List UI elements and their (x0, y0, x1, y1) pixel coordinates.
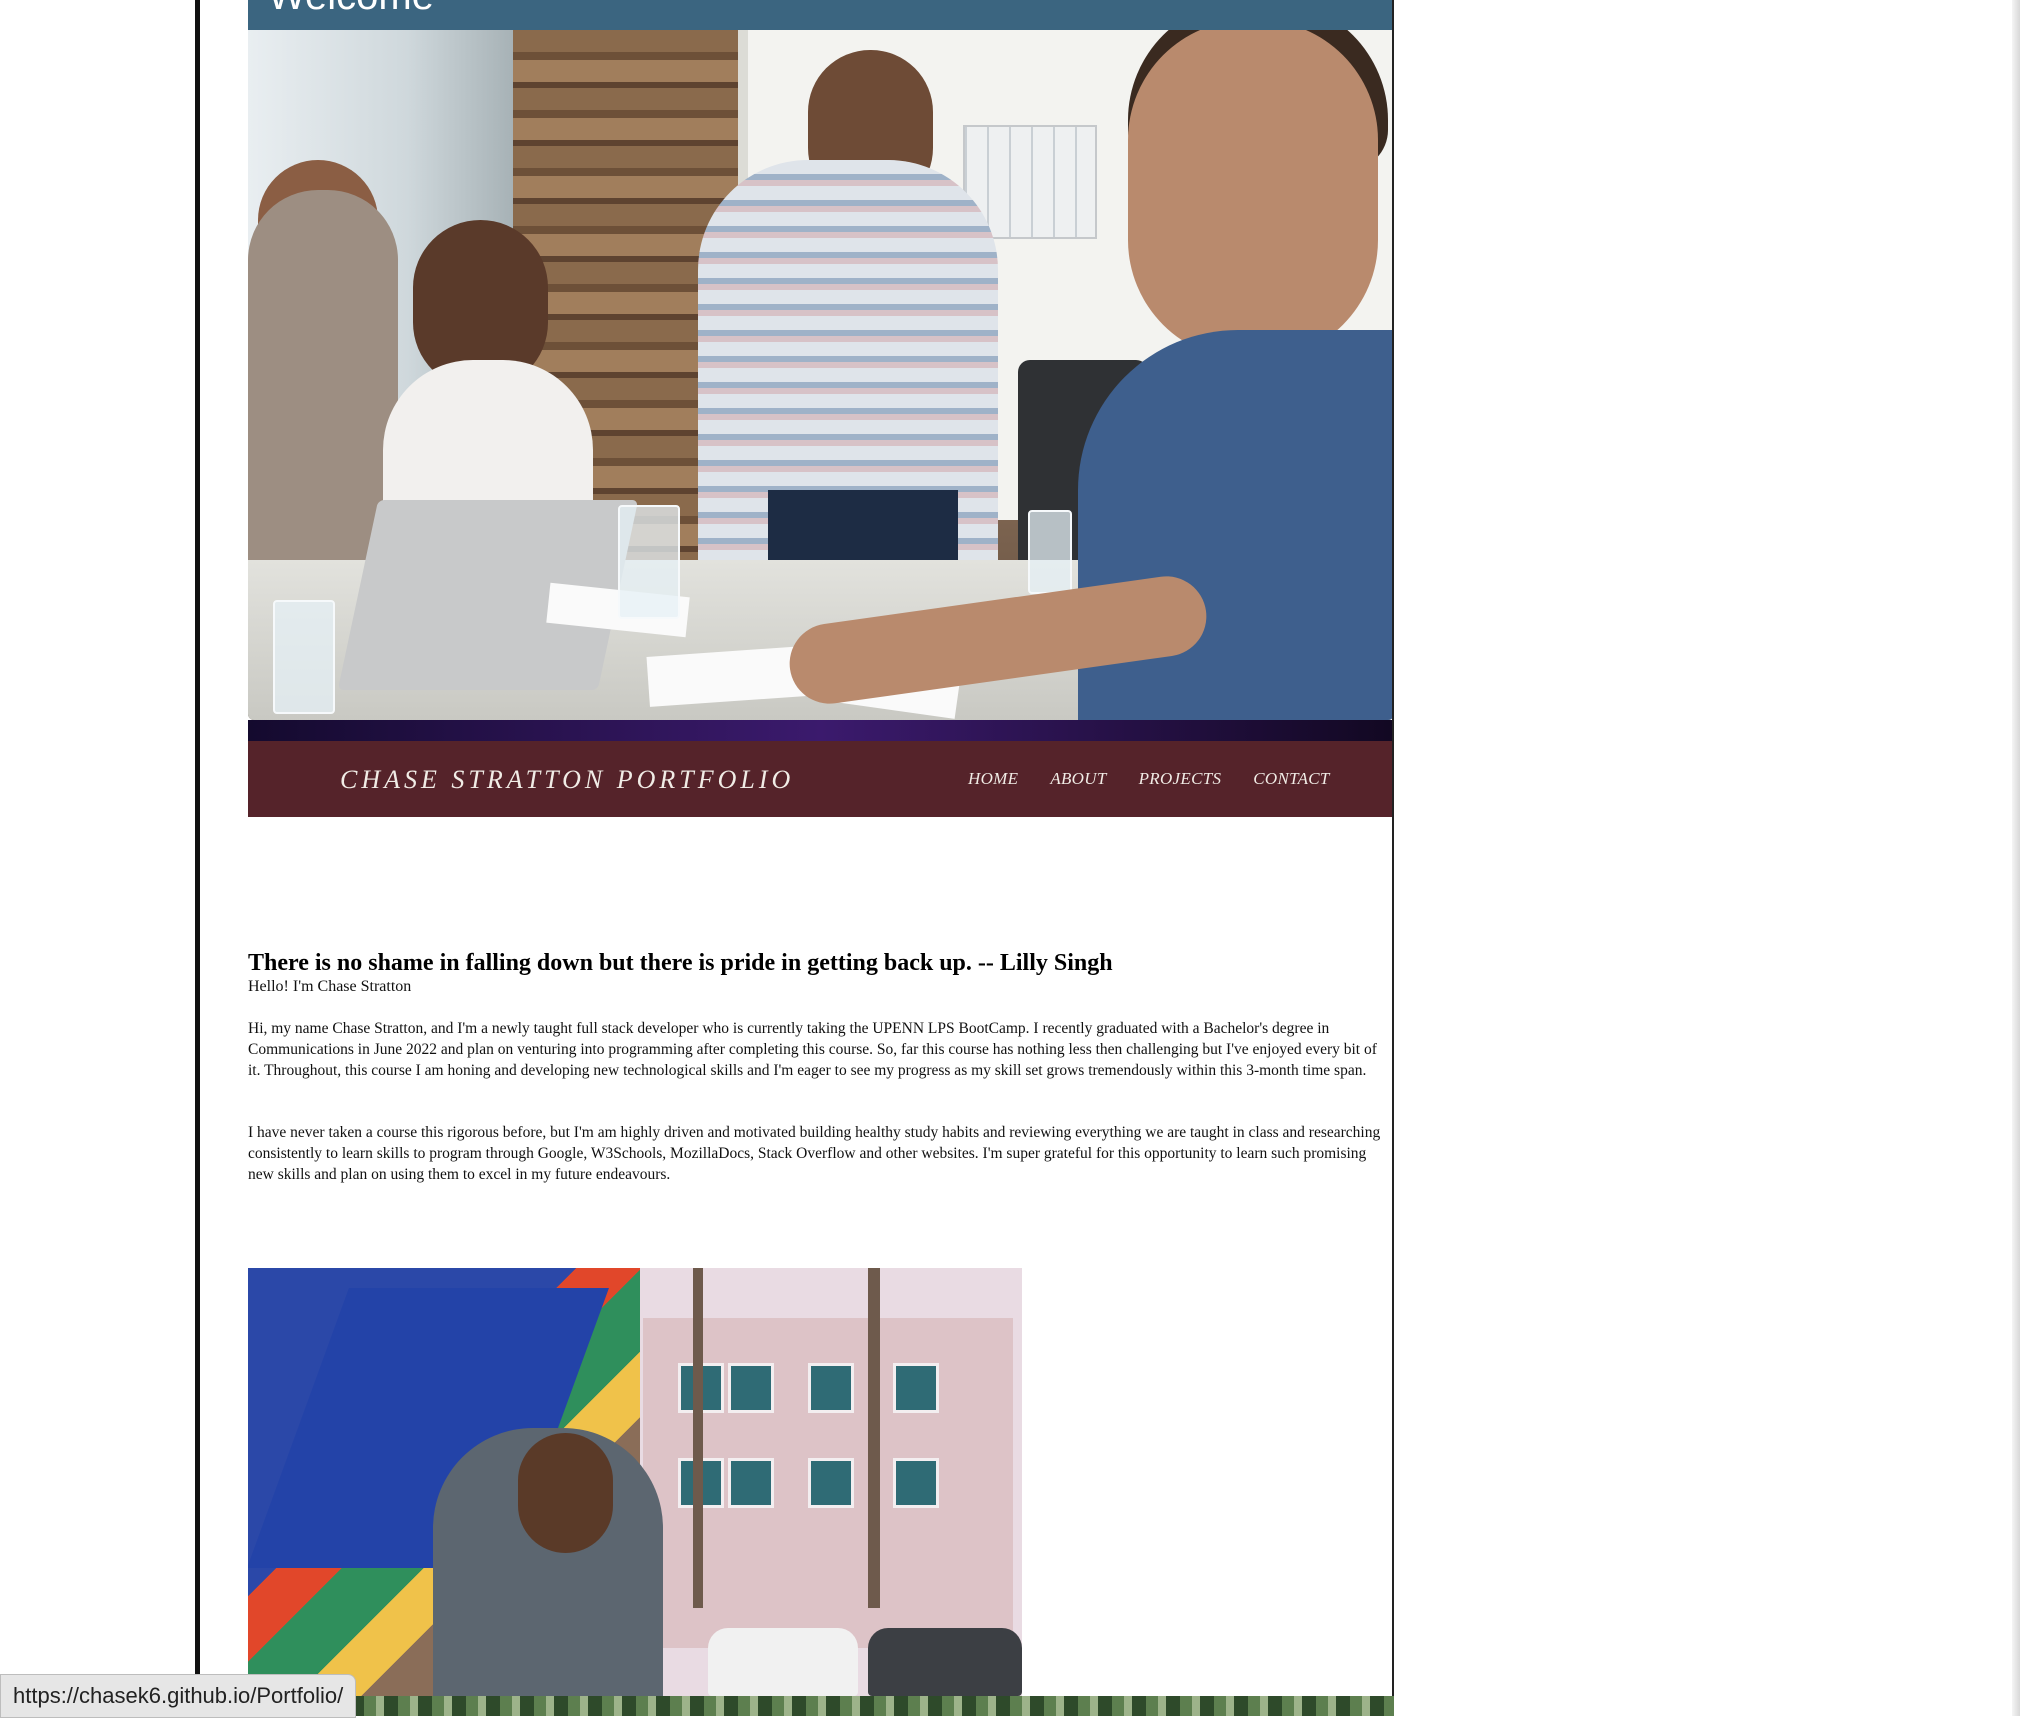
nav-contact-link[interactable]: CONTACT (1253, 769, 1329, 789)
nav-about-link[interactable]: ABOUT (1050, 769, 1106, 789)
navbar: CHASE STRATTON PORTFOLIO HOME ABOUT PROJ… (248, 741, 1394, 817)
window-right-edge (2012, 0, 2020, 1716)
profile-photo (248, 1268, 1022, 1696)
container-right-border (1392, 0, 1394, 1696)
nav-home-link[interactable]: HOME (968, 769, 1018, 789)
page-container: Welcome CHASE STRATTON PORTFOLIO HOME AB… (248, 0, 1394, 1716)
about-paragraph-1: Hi, my name Chase Stratton, and I'm a ne… (248, 1020, 1377, 1079)
hero-image (248, 30, 1394, 720)
header-strip: Welcome (248, 0, 1394, 30)
browser-left-edge (195, 0, 200, 1716)
footer-image-strip (248, 1696, 1394, 1716)
quote-heading: There is no shame in falling down but th… (248, 949, 1113, 976)
nav-links: HOME ABOUT PROJECTS CONTACT (968, 769, 1330, 789)
about-paragraph-2: I have never taken a course this rigorou… (248, 1124, 1381, 1183)
brand-title[interactable]: CHASE STRATTON PORTFOLIO (340, 765, 794, 795)
header-title: Welcome (268, 0, 434, 19)
greeting-text: Hello! I'm Chase Stratton (248, 978, 412, 995)
nav-projects-link[interactable]: PROJECTS (1139, 769, 1222, 789)
link-status-bar: https://chasek6.github.io/Portfolio/ (0, 1674, 357, 1718)
